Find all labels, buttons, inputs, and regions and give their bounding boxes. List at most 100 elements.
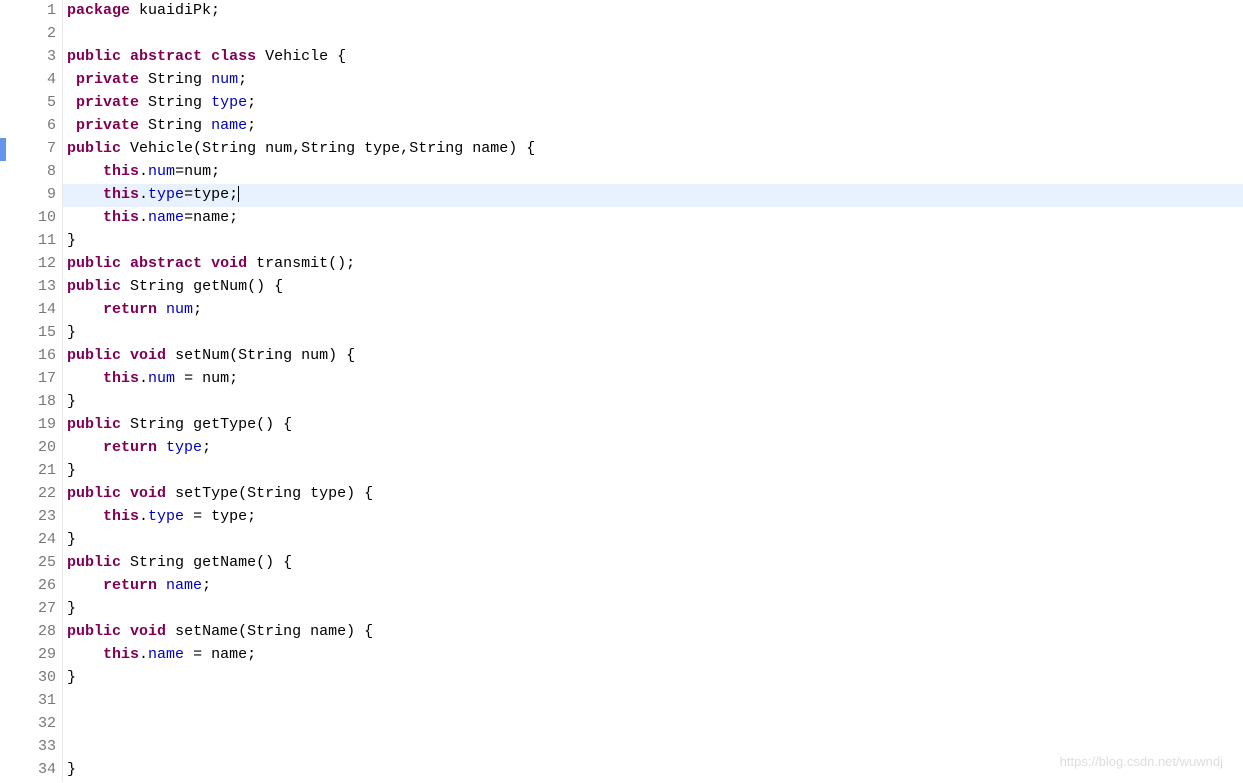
var: type <box>193 186 229 203</box>
code-line[interactable]: this.num = num; <box>63 368 1243 391</box>
line-number[interactable]: 27 <box>18 598 58 621</box>
field: num <box>166 301 193 318</box>
line-number[interactable]: 31 <box>18 690 58 713</box>
code-line[interactable]: private String num; <box>63 69 1243 92</box>
field: type <box>211 94 247 111</box>
code-line[interactable]: public void setNum(String num) { <box>63 345 1243 368</box>
line-number[interactable]: 1 <box>18 0 58 23</box>
code-line[interactable] <box>63 690 1243 713</box>
code-line[interactable]: public String getType() { <box>63 414 1243 437</box>
watermark-text: https://blog.csdn.net/wuwndj <box>1060 752 1223 772</box>
line-number[interactable]: 2 <box>18 23 58 46</box>
line-number[interactable]: 25 <box>18 552 58 575</box>
indent <box>67 439 103 456</box>
line-number[interactable]: 24 <box>18 529 58 552</box>
line-number[interactable]: 19 <box>18 414 58 437</box>
code-line[interactable]: } <box>63 230 1243 253</box>
keyword: private <box>76 71 139 88</box>
var: num <box>202 370 229 387</box>
line-number[interactable]: 15 <box>18 322 58 345</box>
code-line[interactable]: } <box>63 598 1243 621</box>
line-number[interactable]: 21 <box>18 460 58 483</box>
code-line[interactable]: return name; <box>63 575 1243 598</box>
code-line[interactable]: public Vehicle(String num,String type,St… <box>63 138 1243 161</box>
line-number[interactable]: 8 <box>18 161 58 184</box>
code-line[interactable]: return type; <box>63 437 1243 460</box>
var: num <box>184 163 211 180</box>
keyword: return <box>103 577 157 594</box>
code-line[interactable]: return num; <box>63 299 1243 322</box>
code-line[interactable]: public void setName(String name) { <box>63 621 1243 644</box>
line-number[interactable]: 26 <box>18 575 58 598</box>
line-number[interactable]: 6 <box>18 115 58 138</box>
code-editor: 1 2 3 4 5 6 7 8 9 10 11 12 13 14 15 16 1… <box>0 0 1243 782</box>
indent <box>67 209 103 226</box>
semi: ; <box>202 577 211 594</box>
field: name <box>211 117 247 134</box>
tail: (); <box>328 255 355 272</box>
line-number[interactable]: 7 <box>18 138 58 161</box>
code-line[interactable]: this.type = type; <box>63 506 1243 529</box>
code-line[interactable]: } <box>63 529 1243 552</box>
code-line[interactable]: public abstract class Vehicle { <box>63 46 1243 69</box>
keyword: void <box>130 347 166 364</box>
dot: . <box>139 186 148 203</box>
line-number[interactable]: 33 <box>18 736 58 759</box>
line-number[interactable]: 20 <box>18 437 58 460</box>
code-line[interactable]: public abstract void transmit(); <box>63 253 1243 276</box>
line-number[interactable]: 4 <box>18 69 58 92</box>
code-text-area[interactable]: package kuaidiPk; public abstract class … <box>63 0 1243 782</box>
line-number[interactable]: 14 <box>18 299 58 322</box>
line-number-gutter[interactable]: 1 2 3 4 5 6 7 8 9 10 11 12 13 14 15 16 1… <box>18 0 63 782</box>
line-number[interactable]: 18 <box>18 391 58 414</box>
line-number[interactable]: 10 <box>18 207 58 230</box>
line-number[interactable]: 22 <box>18 483 58 506</box>
text-cursor <box>238 186 239 202</box>
code-line[interactable]: public void setType(String type) { <box>63 483 1243 506</box>
line-number[interactable]: 29 <box>18 644 58 667</box>
keyword: this <box>103 186 139 203</box>
line-number[interactable]: 28 <box>18 621 58 644</box>
code-line[interactable] <box>63 23 1243 46</box>
line-number[interactable]: 32 <box>18 713 58 736</box>
line-number[interactable]: 3 <box>18 46 58 69</box>
code-line[interactable]: public String getNum() { <box>63 276 1243 299</box>
keyword: public <box>67 255 121 272</box>
indent <box>67 577 103 594</box>
code-line[interactable]: this.num=num; <box>63 161 1243 184</box>
code-line[interactable]: public String getName() { <box>63 552 1243 575</box>
line-number[interactable]: 5 <box>18 92 58 115</box>
keyword: abstract <box>130 255 202 272</box>
code-line[interactable]: } <box>63 667 1243 690</box>
method: getName <box>193 554 256 571</box>
field: type <box>166 439 202 456</box>
line-number[interactable]: 11 <box>18 230 58 253</box>
code-line[interactable]: private String name; <box>63 115 1243 138</box>
type: String <box>130 554 184 571</box>
code-line[interactable]: package kuaidiPk; <box>63 0 1243 23</box>
indent <box>67 94 76 111</box>
line-number[interactable]: 23 <box>18 506 58 529</box>
semi: ; <box>247 94 256 111</box>
line-number[interactable]: 9 <box>18 184 58 207</box>
code-line[interactable]: } <box>63 322 1243 345</box>
line-number[interactable]: 30 <box>18 667 58 690</box>
param: num <box>265 140 292 157</box>
code-line[interactable] <box>63 713 1243 736</box>
code-line[interactable]: private String type; <box>63 92 1243 115</box>
brace: } <box>67 761 76 778</box>
code-line[interactable]: } <box>63 391 1243 414</box>
code-line[interactable]: } <box>63 460 1243 483</box>
type: String <box>202 140 256 157</box>
line-number[interactable]: 12 <box>18 253 58 276</box>
line-number[interactable]: 13 <box>18 276 58 299</box>
brace: } <box>67 232 76 249</box>
line-number[interactable]: 34 <box>18 759 58 782</box>
code-line[interactable]: this.name = name; <box>63 644 1243 667</box>
line-number[interactable]: 17 <box>18 368 58 391</box>
marker-bar <box>0 0 18 782</box>
code-line[interactable]: this.name=name; <box>63 207 1243 230</box>
code-line-current[interactable]: this.type=type; <box>63 184 1243 207</box>
line-number[interactable]: 16 <box>18 345 58 368</box>
indent <box>67 508 103 525</box>
